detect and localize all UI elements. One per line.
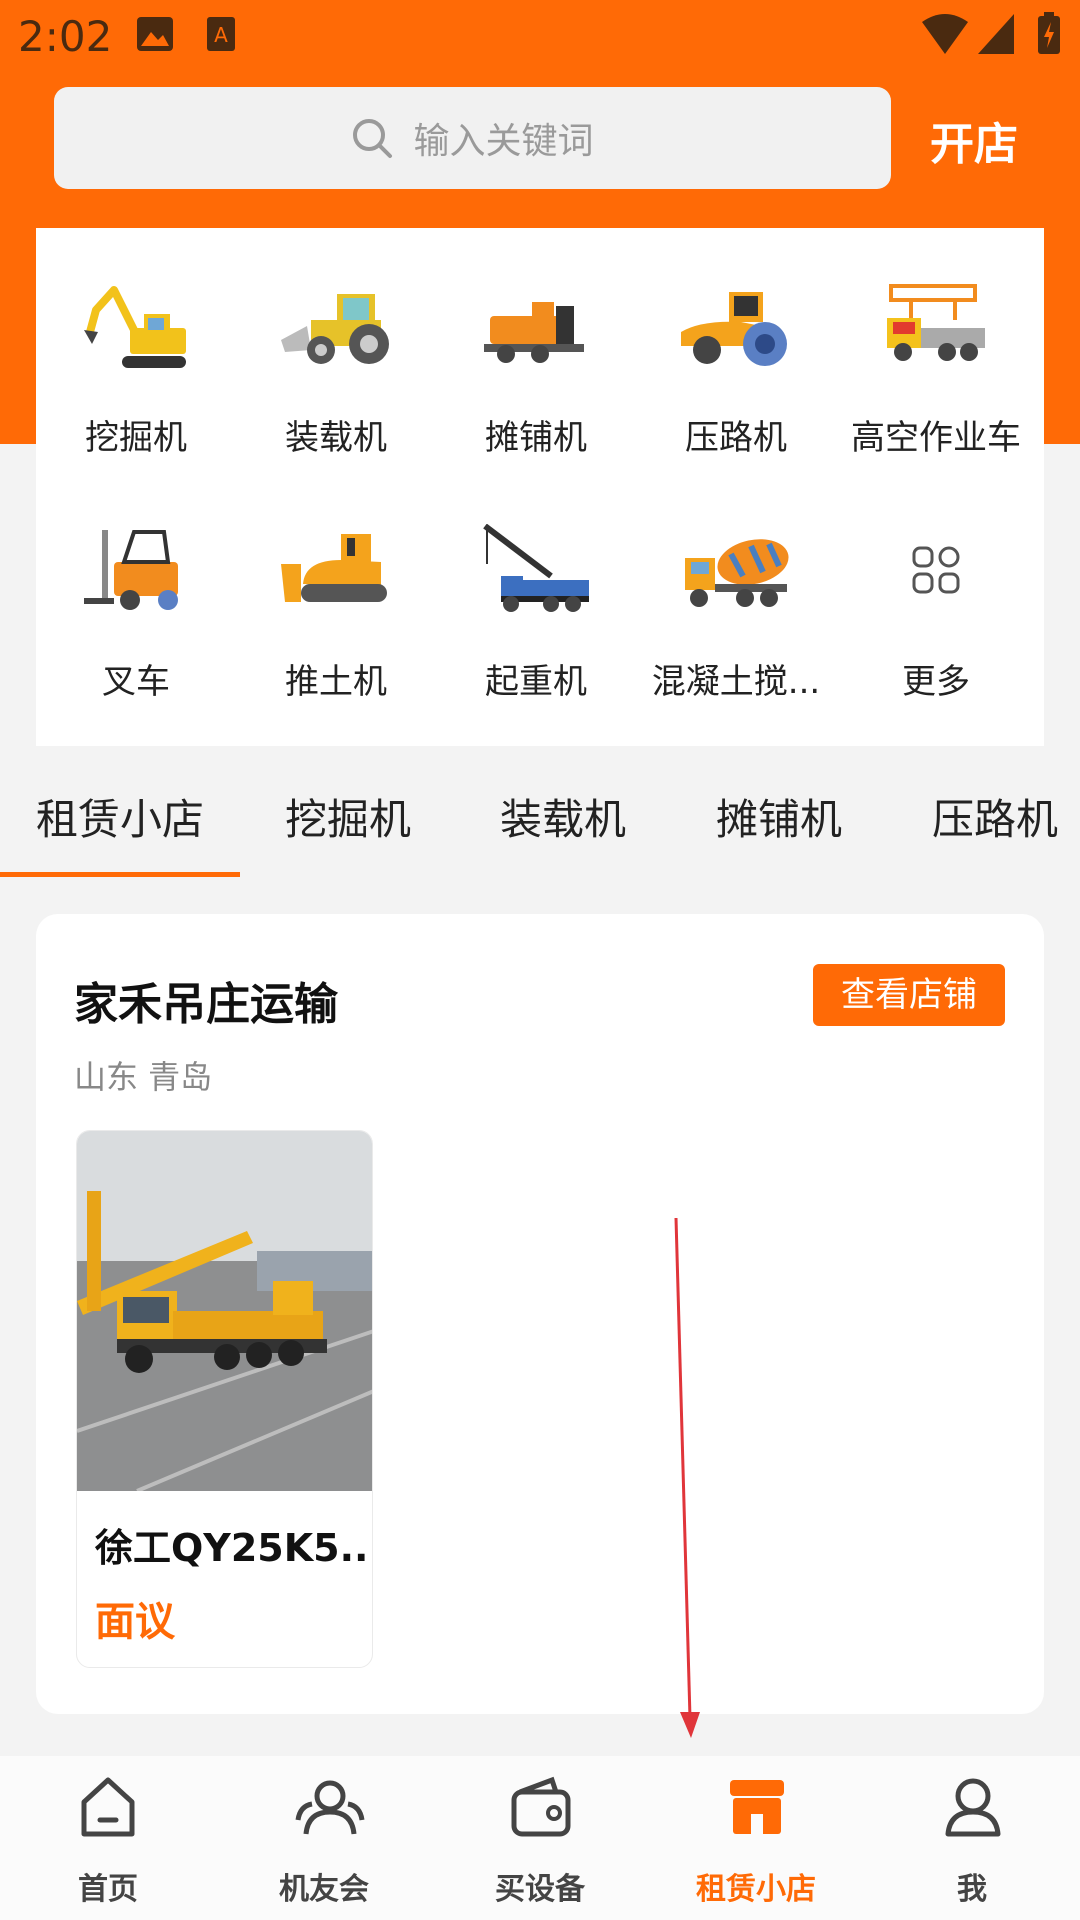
home-icon: [81, 1777, 135, 1837]
category-label: 推土机: [285, 662, 387, 702]
paver-icon: [484, 302, 584, 363]
category-crane[interactable]: 起重机: [436, 524, 636, 703]
svg-text:A: A: [214, 23, 228, 47]
nav-label: 首页: [78, 1872, 138, 1907]
category-label: 压路机: [685, 418, 787, 458]
tab-excavator[interactable]: 挖掘机: [285, 786, 411, 847]
wallet-icon: [511, 1776, 571, 1837]
status-time: 2:02: [18, 12, 113, 61]
search-placeholder: 输入关键词: [413, 121, 594, 162]
product-price: 面议: [95, 1599, 175, 1645]
tab-paver[interactable]: 摊铺机: [716, 786, 842, 847]
shop-name: 家禾吊庄运输: [74, 979, 338, 1030]
crane-icon: [483, 524, 589, 612]
product-image: [77, 1131, 372, 1491]
category-label: 叉车: [102, 662, 170, 702]
category-loader[interactable]: 装载机: [236, 280, 436, 459]
category-forklift[interactable]: 叉车: [36, 524, 236, 703]
nav-profile[interactable]: 我: [864, 1756, 1080, 1920]
tab-loader[interactable]: 装载机: [500, 786, 626, 847]
excavator-icon: [84, 286, 186, 368]
category-tabs: 租赁小店 挖掘机 装载机 摊铺机 压路机: [0, 746, 1080, 876]
road-roller-icon: [681, 292, 787, 366]
category-label: 装载机: [285, 418, 387, 458]
category-aerial-truck[interactable]: 高空作业车: [836, 280, 1036, 459]
shop-location: 山东 青岛: [74, 1058, 213, 1096]
nav-label: 买设备: [495, 1872, 585, 1907]
category-bulldozer[interactable]: 推土机: [236, 524, 436, 703]
category-label: 高空作业车: [851, 418, 1021, 458]
category-paver[interactable]: 摊铺机: [436, 280, 636, 459]
wifi-icon: [922, 14, 968, 54]
category-excavator[interactable]: 挖掘机: [36, 280, 236, 459]
accessibility-icon: A: [207, 17, 235, 51]
category-label: 混凝土搅...: [651, 662, 821, 702]
category-panel: 挖掘机 装载机 摊铺机 压路机 高空作业车 叉车 推土机 起重机 混凝土搅...…: [36, 228, 1044, 746]
battery-icon: [1038, 12, 1060, 54]
nav-label: 租赁小店: [696, 1872, 816, 1907]
category-concrete-mixer[interactable]: 混凝土搅...: [636, 524, 836, 703]
status-bar: 2:02 A: [0, 0, 1080, 76]
open-shop-button[interactable]: 开店: [930, 108, 1018, 172]
product-title: 徐工QY25K5...: [95, 1526, 373, 1570]
aerial-work-truck-icon: [887, 284, 985, 361]
tab-rental-shop[interactable]: 租赁小店: [36, 786, 204, 847]
nav-community[interactable]: 机友会: [216, 1756, 432, 1920]
nav-buy-equipment[interactable]: 买设备: [432, 1756, 648, 1920]
product-card[interactable]: 徐工QY25K5... 面议: [76, 1130, 373, 1668]
category-label: 更多: [902, 662, 970, 702]
shop-card[interactable]: 家禾吊庄运输 山东 青岛 查看店铺 徐工QY25K5... 面议: [36, 914, 1044, 1714]
category-label: 摊铺机: [485, 418, 587, 458]
shop-icon: [730, 1780, 784, 1834]
gallery-icon: [137, 17, 173, 51]
category-more[interactable]: 更多: [836, 524, 1036, 703]
more-grid-icon: [912, 546, 960, 594]
search-input[interactable]: 输入关键词: [54, 87, 891, 189]
bulldozer-icon: [281, 534, 387, 602]
concrete-mixer-icon: [685, 539, 789, 607]
loader-icon: [281, 294, 389, 364]
bottom-nav: 首页 机友会 买设备 租赁小店 我: [0, 1756, 1080, 1920]
signal-icon: [978, 14, 1014, 54]
search-icon: [353, 119, 393, 158]
nav-label: 机友会: [279, 1872, 369, 1907]
view-shop-button[interactable]: 查看店铺: [813, 964, 1005, 1026]
category-label: 起重机: [485, 662, 587, 702]
category-label: 挖掘机: [85, 418, 187, 458]
nav-label: 我: [957, 1872, 987, 1907]
active-tab-indicator: [0, 872, 240, 877]
community-icon: [295, 1780, 365, 1835]
tab-road-roller[interactable]: 压路机: [932, 786, 1058, 847]
category-road-roller[interactable]: 压路机: [636, 280, 836, 459]
nav-home[interactable]: 首页: [0, 1756, 216, 1920]
profile-icon: [945, 1778, 1001, 1837]
nav-rental-shop[interactable]: 租赁小店: [648, 1756, 864, 1920]
forklift-icon: [84, 530, 178, 610]
